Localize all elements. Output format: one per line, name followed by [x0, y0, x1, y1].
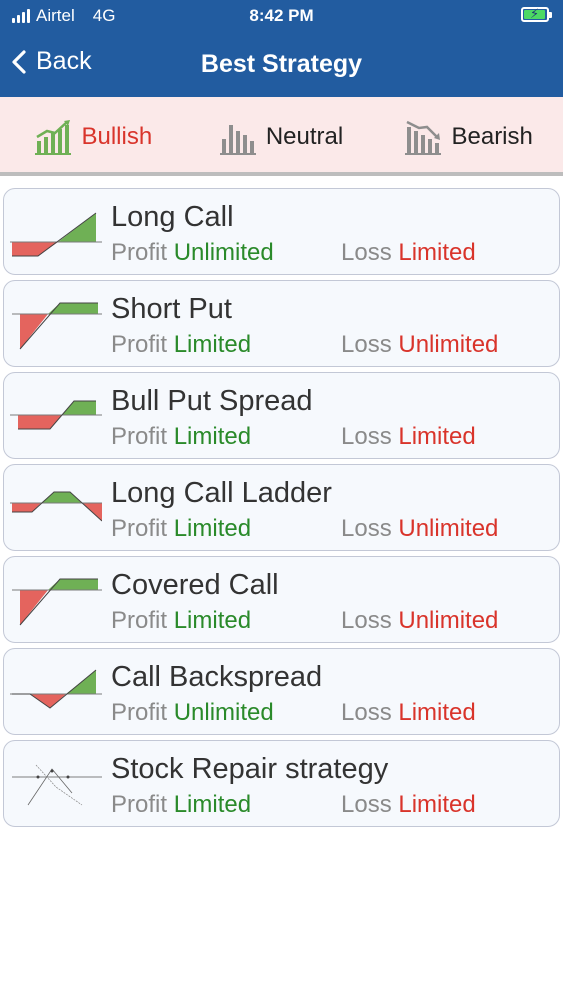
strategy-name: Bull Put Spread	[111, 385, 313, 417]
loss-label: Loss	[341, 699, 392, 726]
bull-put-spread-payoff-icon	[10, 400, 102, 430]
long-call-payoff-icon	[10, 212, 102, 257]
strategy-card-long-call[interactable]: Long Call Profit Unlimited Loss Limited	[3, 188, 560, 275]
profit-value: Unlimited	[173, 699, 274, 726]
profit-label: Profit	[111, 699, 168, 726]
profit-value: Limited	[173, 423, 252, 450]
profit-info: Profit Unlimited	[111, 699, 274, 727]
status-time: 8:42 PM	[249, 6, 314, 25]
back-label: Back	[36, 47, 92, 75]
profit-info: Profit Limited	[111, 791, 251, 819]
loss-label: Loss	[341, 791, 392, 818]
profit-info: Profit Limited	[111, 607, 251, 635]
loss-value: Unlimited	[398, 331, 499, 358]
loss-info: Loss Unlimited	[341, 607, 498, 635]
strategy-name: Short Put	[111, 293, 232, 325]
strategy-card-long-call-ladder[interactable]: Long Call Ladder Profit Limited Loss Unl…	[3, 464, 560, 551]
profit-label: Profit	[111, 791, 168, 818]
profit-info: Profit Limited	[111, 423, 251, 451]
chevron-left-icon	[12, 49, 26, 74]
bar-chart-neutral-icon	[219, 124, 256, 155]
loss-info: Loss Unlimited	[341, 331, 498, 359]
loss-label: Loss	[341, 331, 392, 358]
loss-value: Unlimited	[398, 515, 499, 542]
bar-chart-up-icon	[35, 119, 72, 155]
back-button[interactable]: Back	[12, 47, 92, 76]
covered-call-payoff-icon	[12, 578, 102, 626]
strategy-card-covered-call[interactable]: Covered Call Profit Limited Loss Unlimit…	[3, 556, 560, 643]
strategy-name: Stock Repair strategy	[111, 753, 389, 785]
strategy-name: Covered Call	[111, 569, 279, 601]
tab-label: Bearish	[451, 122, 533, 150]
profit-value: Limited	[173, 791, 252, 818]
tab-neutral[interactable]: Neutral	[188, 97, 376, 176]
profit-value: Limited	[173, 607, 252, 634]
loss-value: Unlimited	[398, 607, 499, 634]
loss-value: Limited	[398, 239, 476, 266]
navigation-bar: Back Best Strategy	[0, 40, 563, 90]
profit-info: Profit Unlimited	[111, 239, 274, 267]
strategy-list: Long Call Profit Unlimited Loss Limited …	[3, 188, 560, 832]
app-header: Airtel 4G 8:42 PM ⚡ Back Best Strategy	[0, 0, 563, 97]
loss-label: Loss	[341, 515, 392, 542]
loss-info: Loss Unlimited	[341, 515, 498, 543]
profit-info: Profit Limited	[111, 331, 251, 359]
tab-label: Neutral	[265, 122, 344, 150]
profit-label: Profit	[111, 607, 168, 634]
tab-bullish[interactable]: Bullish	[0, 97, 188, 176]
bar-chart-down-icon	[405, 120, 442, 155]
strategy-card-bull-put-spread[interactable]: Bull Put Spread Profit Limited Loss Limi…	[3, 372, 560, 459]
loss-label: Loss	[341, 607, 392, 634]
battery-icon: ⚡	[521, 6, 552, 22]
profit-value: Limited	[173, 515, 252, 542]
call-backspread-payoff-icon	[10, 669, 102, 709]
long-call-ladder-payoff-icon	[10, 491, 102, 522]
strategy-tabs: Bullish Neutral Bearish	[0, 97, 563, 176]
profit-label: Profit	[111, 423, 168, 450]
loss-value: Limited	[398, 699, 476, 726]
loss-value: Limited	[398, 791, 476, 818]
profit-value: Limited	[173, 331, 252, 358]
short-put-payoff-icon	[12, 302, 102, 350]
profit-info: Profit Limited	[111, 515, 251, 543]
strategy-name: Call Backspread	[111, 661, 323, 693]
strategy-name: Long Call Ladder	[111, 477, 332, 509]
strategy-card-stock-repair[interactable]: Stock Repair strategy Profit Limited Los…	[3, 740, 560, 827]
loss-info: Loss Limited	[341, 239, 476, 267]
loss-label: Loss	[341, 239, 392, 266]
loss-value: Limited	[398, 423, 476, 450]
profit-label: Profit	[111, 331, 168, 358]
loss-info: Loss Limited	[341, 791, 476, 819]
tabs-divider	[0, 172, 563, 176]
tab-bearish[interactable]: Bearish	[375, 97, 563, 176]
profit-label: Profit	[111, 515, 168, 542]
loss-label: Loss	[341, 423, 392, 450]
profit-value: Unlimited	[173, 239, 274, 266]
stock-repair-payoff-icon	[12, 764, 102, 806]
strategy-card-short-put[interactable]: Short Put Profit Limited Loss Unlimited	[3, 280, 560, 367]
status-bar: Airtel 4G 8:42 PM ⚡	[0, 0, 563, 32]
strategy-name: Long Call	[111, 201, 234, 233]
loss-info: Loss Limited	[341, 423, 476, 451]
profit-label: Profit	[111, 239, 168, 266]
strategy-card-call-backspread[interactable]: Call Backspread Profit Unlimited Loss Li…	[3, 648, 560, 735]
tab-label: Bullish	[81, 122, 153, 150]
loss-info: Loss Limited	[341, 699, 476, 727]
